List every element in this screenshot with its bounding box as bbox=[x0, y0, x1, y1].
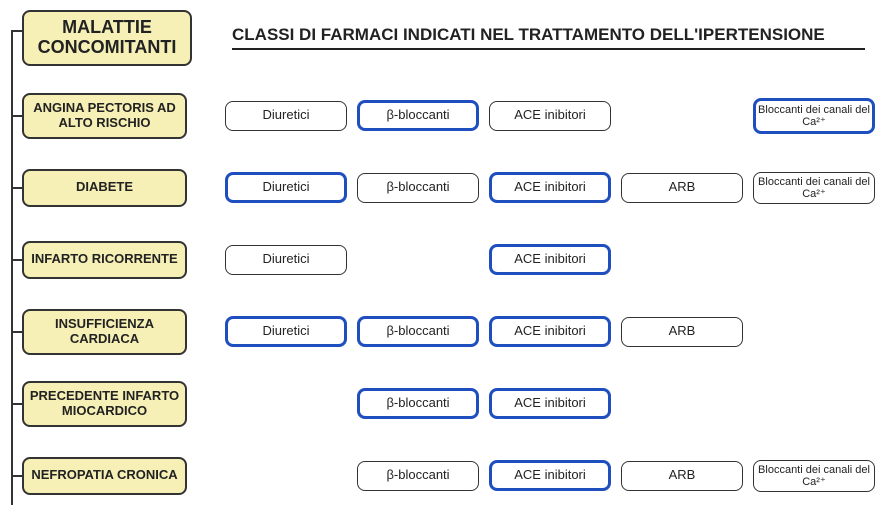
drug-row: Diuretici β-bloccanti ACE inibitori ARB Bloc… bbox=[225, 172, 875, 204]
condition-row: INSUFFICIENZA CARDIACA Diuretici β-bloccan… bbox=[0, 296, 875, 368]
drug-arb: ARB bbox=[621, 317, 743, 347]
condition-label: PRECEDENTE INFARTO MIOCARDICO bbox=[22, 381, 187, 427]
drug-ace_inibitori: ACE inibitori bbox=[489, 101, 611, 131]
drug-beta_bloccanti: β-bloccanti bbox=[357, 316, 479, 346]
empty-cell bbox=[753, 389, 875, 419]
drug-ca_bloccanti: Bloccanti dei canali del Ca²⁺ bbox=[753, 98, 875, 134]
drug-row: Diuretici β-bloccanti ACE inibitori Bloccan… bbox=[225, 98, 875, 134]
drug-diuretici: Diuretici bbox=[225, 172, 347, 202]
drug-ace_inibitori: ACE inibitori bbox=[489, 460, 611, 490]
drug-arb: ARB bbox=[621, 173, 743, 203]
drug-ace_inibitori: ACE inibitori bbox=[489, 316, 611, 346]
drug-ace_inibitori: ACE inibitori bbox=[489, 172, 611, 202]
condition-row: NEFROPATIA CRONICA β-bloccanti ACE inibito… bbox=[0, 440, 875, 512]
drug-ca_bloccanti: Bloccanti dei canali del Ca²⁺ bbox=[753, 172, 875, 204]
condition-label: INFARTO RICORRENTE bbox=[22, 241, 187, 279]
drug-ace_inibitori: ACE inibitori bbox=[489, 388, 611, 418]
condition-label: ANGINA PECTORIS AD ALTO RISCHIO bbox=[22, 93, 187, 139]
drug-beta_bloccanti: β-bloccanti bbox=[357, 461, 479, 491]
drug-row: Diuretici β-bloccanti ACE inibitori ARB bbox=[225, 316, 875, 346]
drug-row: β-bloccanti ACE inibitori ARB Bloccanti dei… bbox=[225, 460, 875, 492]
condition-label: INSUFFICIENZA CARDIACA bbox=[22, 309, 187, 355]
drug-row: Diuretici ACE inibitori bbox=[225, 244, 875, 274]
drug-beta_bloccanti: β-bloccanti bbox=[357, 388, 479, 418]
connector bbox=[11, 475, 23, 477]
drug-diuretici: Diuretici bbox=[225, 101, 347, 131]
empty-cell bbox=[225, 461, 347, 491]
condition-label: DIABETE bbox=[22, 169, 187, 207]
empty-cell bbox=[753, 317, 875, 347]
header-title: CLASSI DI FARMACI INDICATI NEL TRATTAMEN… bbox=[232, 25, 865, 50]
condition-row: DIABETE Diuretici β-bloccanti ACE inibitori… bbox=[0, 152, 875, 224]
connector bbox=[11, 403, 23, 405]
header-row: MALATTIE CONCOMITANTI CLASSI DI FARMACI … bbox=[0, 0, 875, 80]
condition-row: PRECEDENTE INFARTO MIOCARDICO β-bloccanti… bbox=[0, 368, 875, 440]
empty-cell bbox=[357, 245, 479, 275]
connector bbox=[11, 259, 23, 261]
empty-cell bbox=[621, 245, 743, 275]
drug-beta_bloccanti: β-bloccanti bbox=[357, 173, 479, 203]
condition-row: INFARTO RICORRENTE Diuretici ACE inibitori bbox=[0, 224, 875, 296]
drug-ca_bloccanti: Bloccanti dei canali del Ca²⁺ bbox=[753, 460, 875, 492]
drug-row: β-bloccanti ACE inibitori bbox=[225, 388, 875, 418]
empty-cell bbox=[621, 389, 743, 419]
empty-cell bbox=[621, 101, 743, 131]
empty-cell bbox=[225, 389, 347, 419]
connector bbox=[11, 115, 23, 117]
empty-cell bbox=[753, 245, 875, 275]
connector bbox=[11, 331, 23, 333]
header-box: MALATTIE CONCOMITANTI bbox=[22, 10, 192, 66]
drug-arb: ARB bbox=[621, 461, 743, 491]
condition-row: ANGINA PECTORIS AD ALTO RISCHIO Diuretici… bbox=[0, 80, 875, 152]
condition-label: NEFROPATIA CRONICA bbox=[22, 457, 187, 495]
connector bbox=[11, 187, 23, 189]
drug-diuretici: Diuretici bbox=[225, 245, 347, 275]
drug-diuretici: Diuretici bbox=[225, 316, 347, 346]
drug-beta_bloccanti: β-bloccanti bbox=[357, 100, 479, 130]
drug-ace_inibitori: ACE inibitori bbox=[489, 244, 611, 274]
